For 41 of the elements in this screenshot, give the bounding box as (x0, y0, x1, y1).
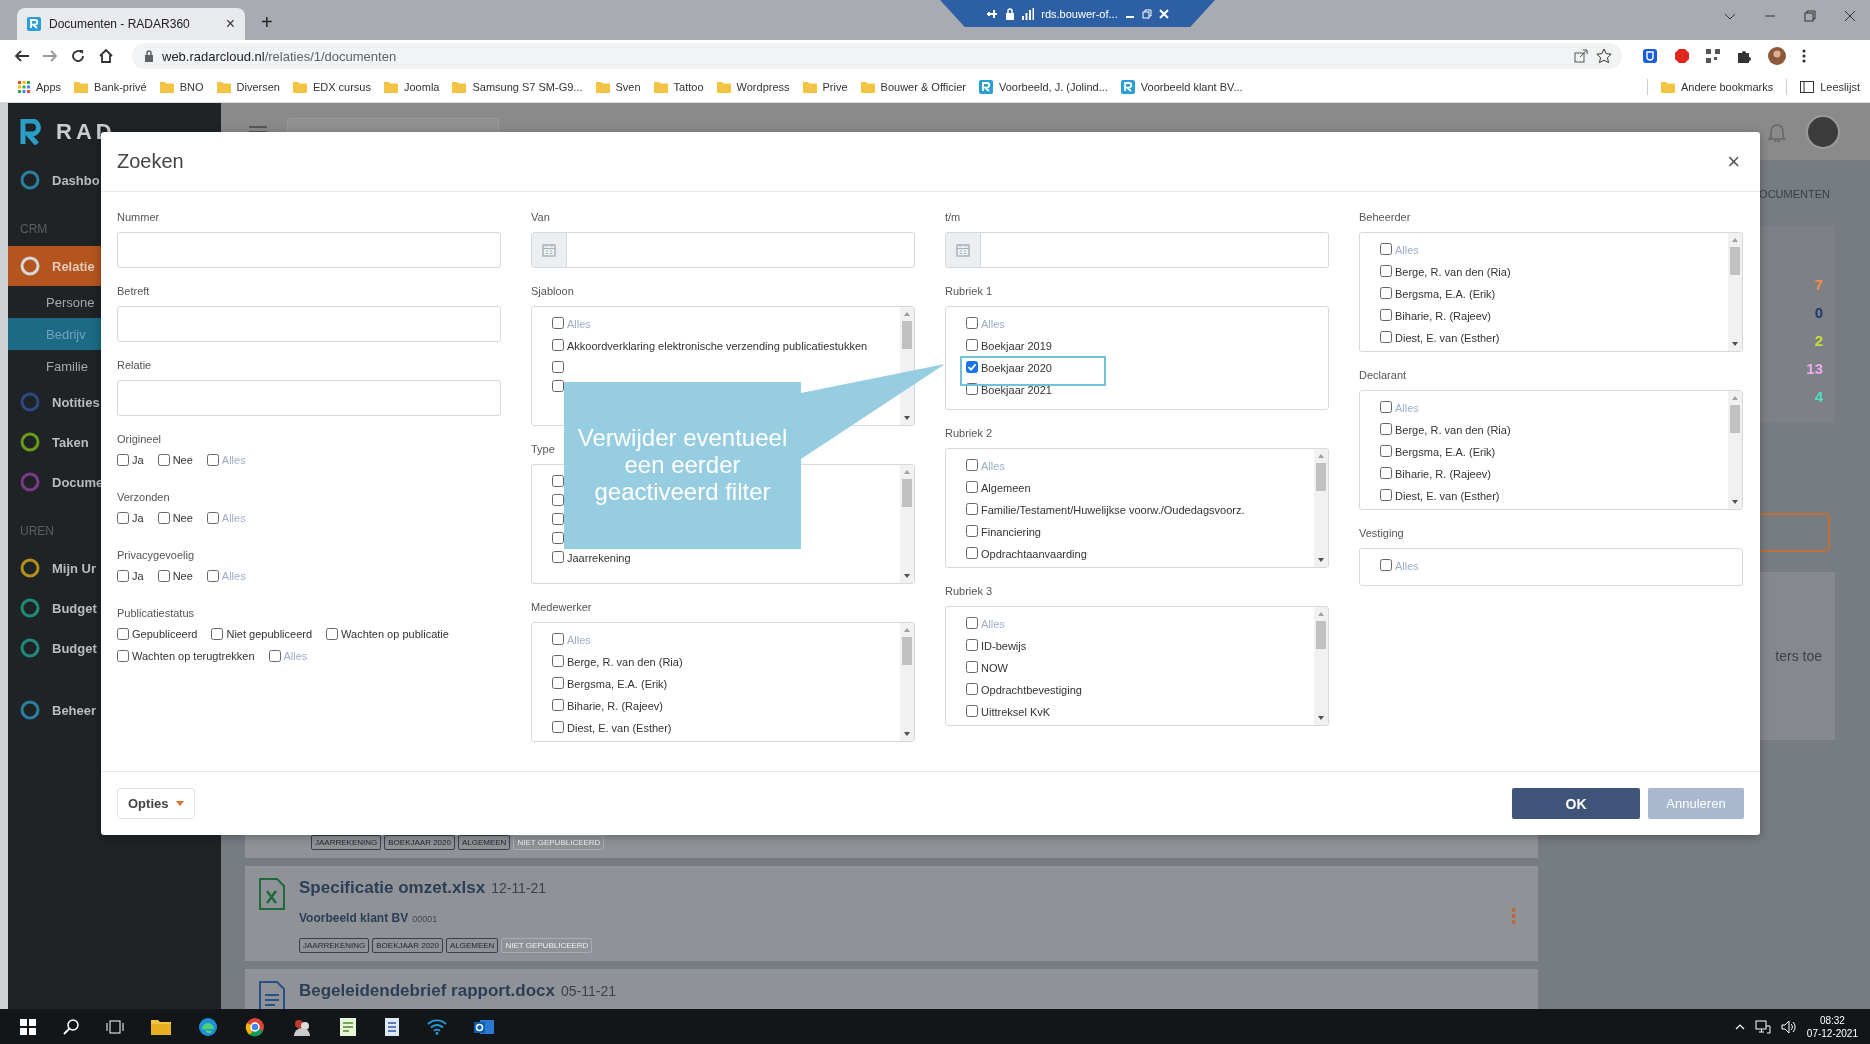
tag: JAARREKENING (299, 938, 370, 953)
nav-section-heading: UREN (19, 524, 55, 538)
nav-section-heading: CRM (19, 222, 49, 236)
dialog-title: Zoeken (117, 150, 184, 173)
field-label: Nummer (117, 210, 161, 224)
client-number: 00001 (412, 914, 438, 924)
field-label: Sjabloon (531, 284, 575, 298)
count: 13 (1806, 360, 1823, 377)
field-label: Rubriek 3 (945, 584, 994, 598)
field-label: Verzonden (117, 490, 171, 504)
document-date: 12-11-21 (491, 880, 547, 896)
field-label: Declarant (1359, 368, 1408, 382)
field-label: Publicatiestatus (117, 606, 196, 620)
document-date: 05-11-21 (561, 983, 616, 999)
tag: ALGEMEEN (445, 938, 499, 953)
field-label: Beheerder (1359, 210, 1412, 224)
url-text: web.radarcloud.nl/relaties/1/documenten (162, 48, 397, 64)
tag: BOEKJAAR 2020 (372, 938, 443, 953)
callout: Verwijder eventueel een eerder geactiveerd filter (564, 382, 801, 549)
count: 0 (1814, 304, 1823, 321)
field-label: Rubriek 1 (945, 284, 994, 298)
tag: NIET GEPUBLICEERD (513, 835, 605, 850)
tag: BOEKJAAR 2020 (384, 835, 455, 850)
field-label: Rubriek 2 (945, 426, 994, 440)
field-label: Medewerker (531, 600, 593, 614)
count: 2 (1814, 332, 1823, 349)
field-label: Betreft (117, 284, 151, 298)
field-label: Van (531, 210, 551, 224)
field-label: Type (531, 442, 556, 456)
count: 4 (1814, 388, 1823, 405)
field-label: Vestiging (1359, 526, 1405, 540)
breadcrumb: OCUMENTEN (1758, 188, 1831, 202)
field-label: Privacygevoelig (117, 548, 196, 562)
hint-text: ters toe (1775, 648, 1822, 664)
field-label: Origineel (117, 432, 163, 446)
count: 7 (1814, 276, 1823, 293)
field-label: Relatie (117, 358, 153, 372)
tag: NIET GEPUBLICEERD (501, 938, 593, 953)
tag: JAARREKENING (311, 835, 382, 850)
field-label: t/m (945, 210, 962, 224)
remote-host: rds.bouwer-of... (1041, 7, 1118, 20)
